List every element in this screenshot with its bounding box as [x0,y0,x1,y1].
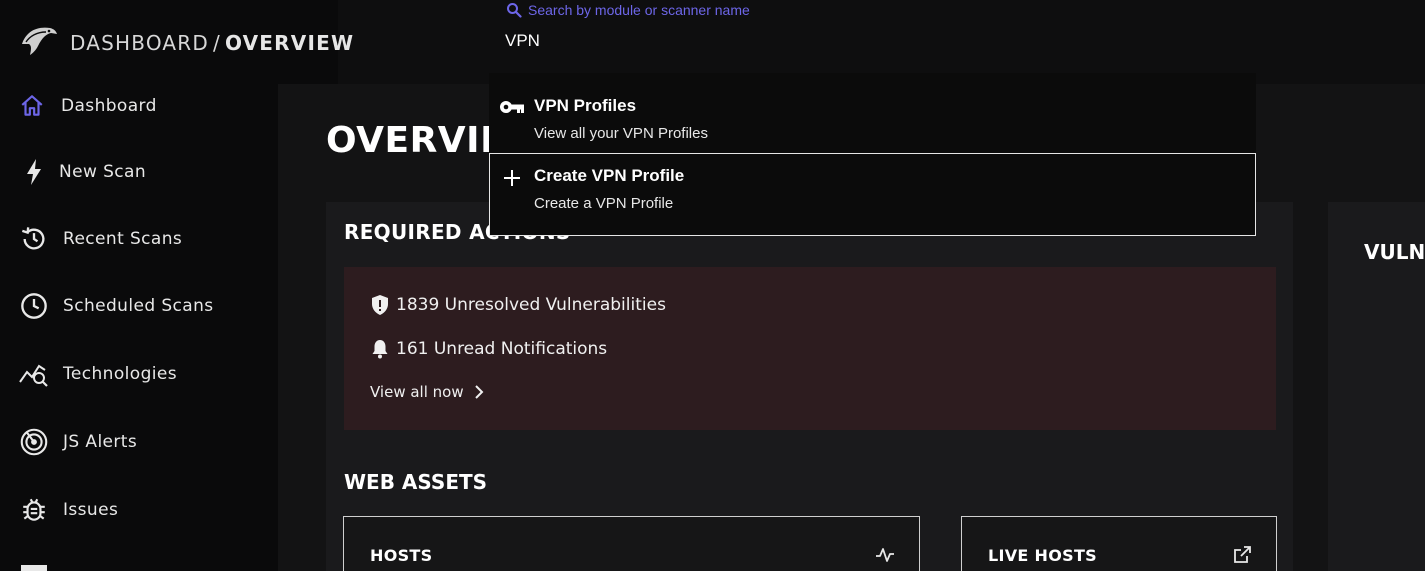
sidebar-item-label: JS Alerts [63,432,138,452]
breadcrumb: DASHBOARD / OVERVIEW [70,31,354,55]
live-hosts-card-title: LIVE HOSTS [988,546,1097,565]
search-results-dropdown: VPN Profiles View all your VPN Profiles … [489,73,1256,236]
vulnerabilities-panel-title: VULNE [1364,240,1425,264]
unread-notifications: 161 Unread Notifications [370,338,607,360]
external-link-icon [1234,546,1251,563]
sidebar-item-technologies[interactable]: Technologies [0,352,278,396]
unresolved-vulnerabilities: 1839 Unresolved Vulnerabilities [370,294,666,316]
hosts-card-title: HOSTS [370,546,433,565]
sidebar-item-label: Technologies [63,364,178,384]
view-all-now-label: View all now [370,383,464,401]
sidebar-item-scheduled-scans[interactable]: Scheduled Scans [0,284,278,328]
sidebar-item-label: Issues [63,500,119,520]
search-result-create-vpn-profile[interactable]: Create VPN Profile Create a VPN Profile [489,153,1256,236]
sidebar-item-dashboard[interactable]: Dashboard [0,84,278,128]
bug-icon [19,495,49,525]
breadcrumb-parent[interactable]: DASHBOARD [70,31,209,55]
search-result-vpn-profiles[interactable]: VPN Profiles View all your VPN Profiles [489,73,1256,153]
bell-icon [372,340,388,359]
radar-icon [19,427,49,457]
search-result-subtitle: View all your VPN Profiles [534,125,708,142]
key-icon [499,96,525,118]
sidebar-item-issues[interactable]: Issues [0,488,278,532]
chevron-right-icon [474,385,484,399]
sidebar-item-js-alerts[interactable]: JS Alerts [0,420,278,464]
history-icon [19,224,49,254]
sidebar: Dashboard New Scan Recent Scans Schedule… [0,84,278,571]
search-result-title: Create VPN Profile [534,166,685,185]
breadcrumb-current: OVERVIEW [224,31,355,55]
view-all-now-link[interactable]: View all now [370,383,484,401]
activity-icon [876,548,894,562]
raven-logo-icon [22,27,57,55]
search-result-title: VPN Profiles [534,96,637,115]
notifications-text: 161 Unread Notifications [396,339,608,359]
chart-search-icon [19,359,49,389]
sidebar-item-label: New Scan [59,162,147,182]
vulnerabilities-panel: VULNE [1328,202,1425,571]
search-hint-text: Search by module or scanner name [528,2,750,18]
brand-area: DASHBOARD / OVERVIEW [0,0,353,84]
search-icon [507,3,522,18]
live-hosts-card[interactable]: LIVE HOSTS [961,516,1277,571]
search-input[interactable] [496,24,1096,58]
sidebar-item-new-scan[interactable]: New Scan [0,150,278,194]
sidebar-item-recent-scans[interactable]: Recent Scans [0,217,278,261]
vulnerabilities-text: 1839 Unresolved Vulnerabilities [396,295,666,315]
search-result-subtitle: Create a VPN Profile [534,195,674,212]
search-hint: Search by module or scanner name [506,0,750,20]
sidebar-item-partial-icon [21,565,47,571]
home-icon [17,91,47,121]
web-assets-title: WEB ASSETS [344,470,488,494]
sidebar-item-label: Dashboard [61,96,157,116]
breadcrumb-separator: / [213,31,221,55]
sidebar-item-label: Recent Scans [63,229,183,249]
hosts-card[interactable]: HOSTS [343,516,920,571]
plus-icon [499,167,525,189]
clock-icon [19,291,49,321]
lightning-icon [19,157,49,187]
shield-alert-icon [372,295,388,315]
sidebar-item-label: Scheduled Scans [63,296,214,316]
